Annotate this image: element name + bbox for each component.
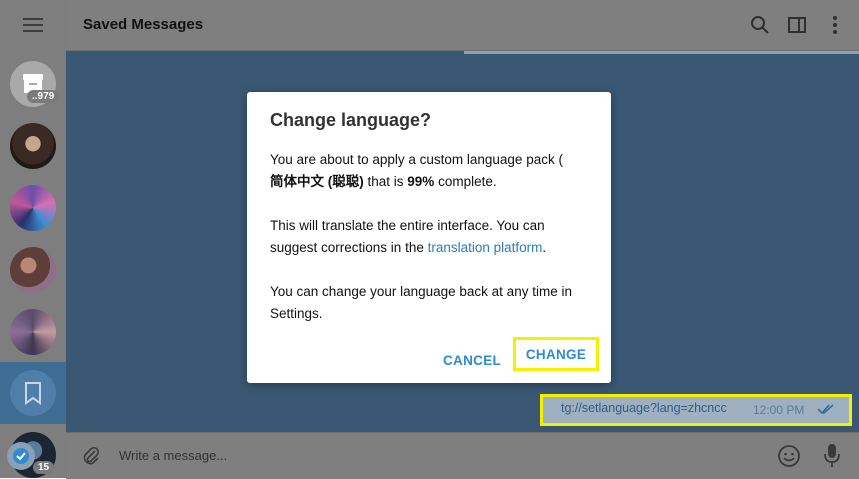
attach-icon[interactable] xyxy=(80,445,102,467)
language-name: 简体中文 (聪聪) xyxy=(270,174,364,189)
hamburger-icon xyxy=(23,18,43,32)
emoji-icon[interactable] xyxy=(777,444,801,468)
chat-avatar[interactable] xyxy=(10,123,56,169)
saved-avatar xyxy=(10,370,56,416)
dialog-paragraph-2: This will translate the entire interface… xyxy=(270,218,547,255)
language-link[interactable]: tg://setlanguage?lang=zhcncc xyxy=(561,401,743,415)
message-input[interactable]: Write a message... xyxy=(119,448,227,463)
verified-icon xyxy=(7,442,35,470)
more-options-icon[interactable] xyxy=(824,14,846,36)
change-language-dialog: Change language? You are about to apply … xyxy=(247,92,611,383)
completion-percent: 99% xyxy=(407,174,435,189)
saved-messages-chat[interactable] xyxy=(0,362,66,424)
chat-header: Saved Messages xyxy=(66,0,859,51)
menu-button[interactable] xyxy=(0,0,66,50)
dialog-paragraph-1: You are about to apply a custom language… xyxy=(270,152,563,189)
sidebar-toggle-icon[interactable] xyxy=(786,14,808,36)
translation-platform-link[interactable]: translation platform xyxy=(428,240,543,255)
read-checkmark-icon xyxy=(817,404,834,415)
divider xyxy=(464,51,859,54)
cancel-button[interactable]: CANCEL xyxy=(443,353,501,368)
change-button[interactable]: CHANGE xyxy=(513,337,599,371)
chat-avatar[interactable] xyxy=(10,247,56,293)
bookmark-icon xyxy=(25,382,41,405)
unread-badge: 15 xyxy=(33,461,55,474)
dialog-title: Change language? xyxy=(270,110,432,130)
chat-avatar[interactable] xyxy=(10,185,56,231)
dialog-body: You are about to apply a custom language… xyxy=(270,149,590,347)
chat-list-sidebar: ..979 15 xyxy=(0,0,66,478)
message-composer: Write a message... xyxy=(66,432,859,479)
microphone-icon[interactable] xyxy=(823,443,841,469)
dialog-paragraph-3: You can change your language back at any… xyxy=(270,284,572,321)
page-title: Saved Messages xyxy=(83,16,204,33)
search-icon[interactable] xyxy=(749,14,771,36)
message-time: 12:00 PM xyxy=(753,403,805,417)
message-bubble[interactable]: tg://setlanguage?lang=zhcncc 12:00 PM xyxy=(540,394,852,426)
chat-avatar[interactable] xyxy=(10,309,56,355)
unread-badge: ..979 xyxy=(27,90,60,103)
